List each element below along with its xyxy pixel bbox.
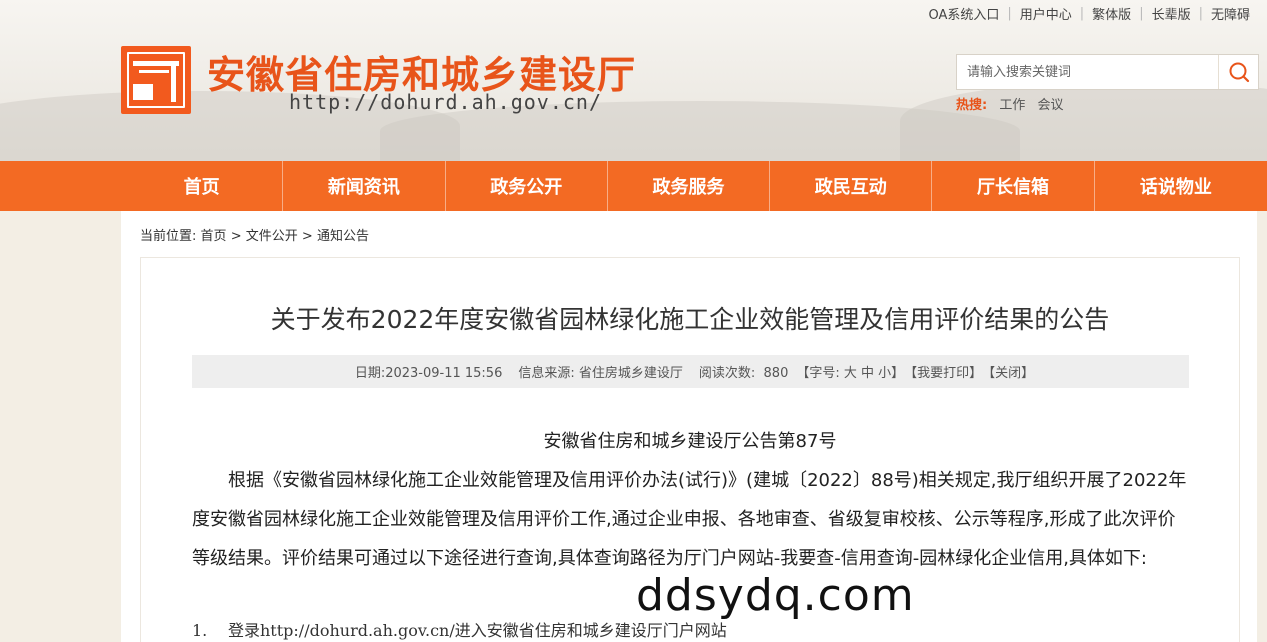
site-logo[interactable]	[121, 46, 191, 114]
meta-views: 阅读次数: 880	[698, 366, 789, 381]
nav-item-interaction[interactable]: 政民互动	[770, 161, 933, 211]
nav-item-news[interactable]: 新闻资讯	[283, 161, 446, 211]
top-link-oa[interactable]: OA系统入口	[928, 4, 999, 23]
watermark-text: ddsydq.com	[636, 570, 915, 621]
breadcrumb-home[interactable]: 首页	[201, 229, 227, 244]
doc-number: 安徽省住房和城乡建设厅公告第87号	[543, 431, 837, 452]
meta-date: 日期:2023-09-11 15:56	[354, 366, 503, 381]
nav-item-property[interactable]: 话说物业	[1095, 161, 1257, 211]
logo-seal-icon	[133, 84, 153, 100]
meta-source: 信息来源: 省住房城乡建设厅	[518, 366, 683, 381]
hot-search-item[interactable]: 会议	[1038, 98, 1064, 113]
breadcrumb-notices[interactable]: 通知公告	[317, 229, 369, 244]
article-paragraph: 根据《安徽省园林绿化施工企业效能管理及信用评价办法(试行)》(建城〔2022〕8…	[192, 470, 1187, 569]
article-meta: 日期:2023-09-11 15:56 信息来源: 省住房城乡建设厅 阅读次数:…	[192, 355, 1189, 388]
list-item-text: 登录http://dohurd.ah.gov.cn/进入安徽省住房和城乡建设厅门…	[228, 621, 727, 640]
search-input[interactable]	[957, 55, 1217, 89]
top-link-traditional[interactable]: 繁体版	[1092, 4, 1131, 23]
article-title: 关于发布2022年度安徽省园林绿化施工企业效能管理及信用评价结果的公告	[270, 305, 1110, 334]
hot-search-label: 热搜:	[956, 98, 988, 113]
top-links: OA系统入口 | 用户中心 | 繁体版 | 长辈版 | 无障碍	[928, 4, 1250, 23]
top-link-accessibility[interactable]: 无障碍	[1211, 4, 1250, 23]
breadcrumb: 当前位置: 首页 > 文件公开 > 通知公告	[140, 225, 369, 244]
hot-search-item[interactable]: 工作	[999, 98, 1025, 113]
breadcrumb-files[interactable]: 文件公开	[246, 229, 298, 244]
search-icon	[1229, 62, 1249, 83]
close-button[interactable]: 【关闭】	[982, 362, 1034, 381]
top-link-elder[interactable]: 长辈版	[1152, 4, 1191, 23]
breadcrumb-sep: >	[301, 229, 313, 244]
nav-item-home[interactable]: 首页	[121, 161, 284, 211]
nav-item-gov-info[interactable]: 政务公开	[446, 161, 608, 211]
search-button[interactable]	[1218, 55, 1258, 89]
hot-search: 热搜: 工作 会议	[956, 94, 1064, 113]
top-link-user-center[interactable]: 用户中心	[1020, 4, 1072, 23]
main-nav: 首页 新闻资讯 政务公开 政务服务 政民互动 厅长信箱 话说物业	[0, 161, 1267, 211]
breadcrumb-sep: >	[230, 229, 242, 244]
header-mountain-decor	[900, 81, 1267, 161]
site-url: http://dohurd.ah.gov.cn/	[289, 90, 602, 114]
font-size-control[interactable]: 【字号: 大 中 小】	[796, 362, 904, 381]
breadcrumb-prefix: 当前位置:	[140, 229, 197, 244]
search-box	[956, 54, 1259, 90]
nav-item-director-mailbox[interactable]: 厅长信箱	[932, 161, 1095, 211]
nav-item-gov-service[interactable]: 政务服务	[608, 161, 771, 211]
print-button[interactable]: 【我要打印】	[904, 362, 982, 381]
list-item-number: 1.	[192, 621, 208, 640]
site-header: OA系统入口 | 用户中心 | 繁体版 | 长辈版 | 无障碍 安徽省住房和城乡…	[0, 0, 1267, 161]
